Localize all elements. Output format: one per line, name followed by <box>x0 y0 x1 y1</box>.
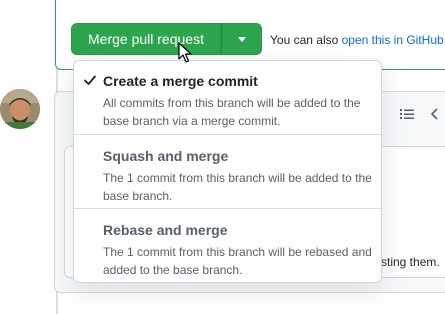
menu-item-description: The 1 commit from this branch will be ad… <box>103 171 372 203</box>
merge-method-menu: Create a merge commit All commits from t… <box>73 60 382 283</box>
check-icon <box>83 73 97 92</box>
merge-button-group: Merge pull request <box>71 23 262 55</box>
comment-partial-text: sting them. <box>381 255 440 269</box>
avatar-image <box>0 89 40 129</box>
code-icon[interactable] <box>430 106 445 127</box>
list-icon[interactable] <box>399 106 415 127</box>
menu-item-rebase-and-merge[interactable]: Rebase and merge The 1 commit from this … <box>74 209 381 282</box>
pointer-cursor-icon <box>178 42 192 69</box>
menu-item-squash-and-merge[interactable]: Squash and merge The 1 commit from this … <box>74 135 381 209</box>
menu-item-description: All commits from this branch will be add… <box>103 96 361 128</box>
menu-item-title: Rebase and merge <box>103 222 228 238</box>
open-in-github-hint: You can also open this in GitHub <box>270 33 444 47</box>
merge-method-dropdown-button[interactable] <box>221 23 262 55</box>
also-label: You can also <box>270 33 339 47</box>
comment-toolbar <box>399 106 445 127</box>
menu-item-create-merge-commit[interactable]: Create a merge commit All commits from t… <box>74 61 381 135</box>
avatar[interactable] <box>0 89 40 129</box>
open-in-github-link[interactable]: open this in GitHub <box>342 33 444 47</box>
caret-down-icon <box>237 36 246 42</box>
menu-item-description: The 1 commit from this branch will be re… <box>103 245 372 277</box>
merge-pull-request-button[interactable]: Merge pull request <box>71 23 221 55</box>
menu-item-title: Squash and merge <box>103 148 229 164</box>
menu-item-title: Create a merge commit <box>103 73 258 89</box>
